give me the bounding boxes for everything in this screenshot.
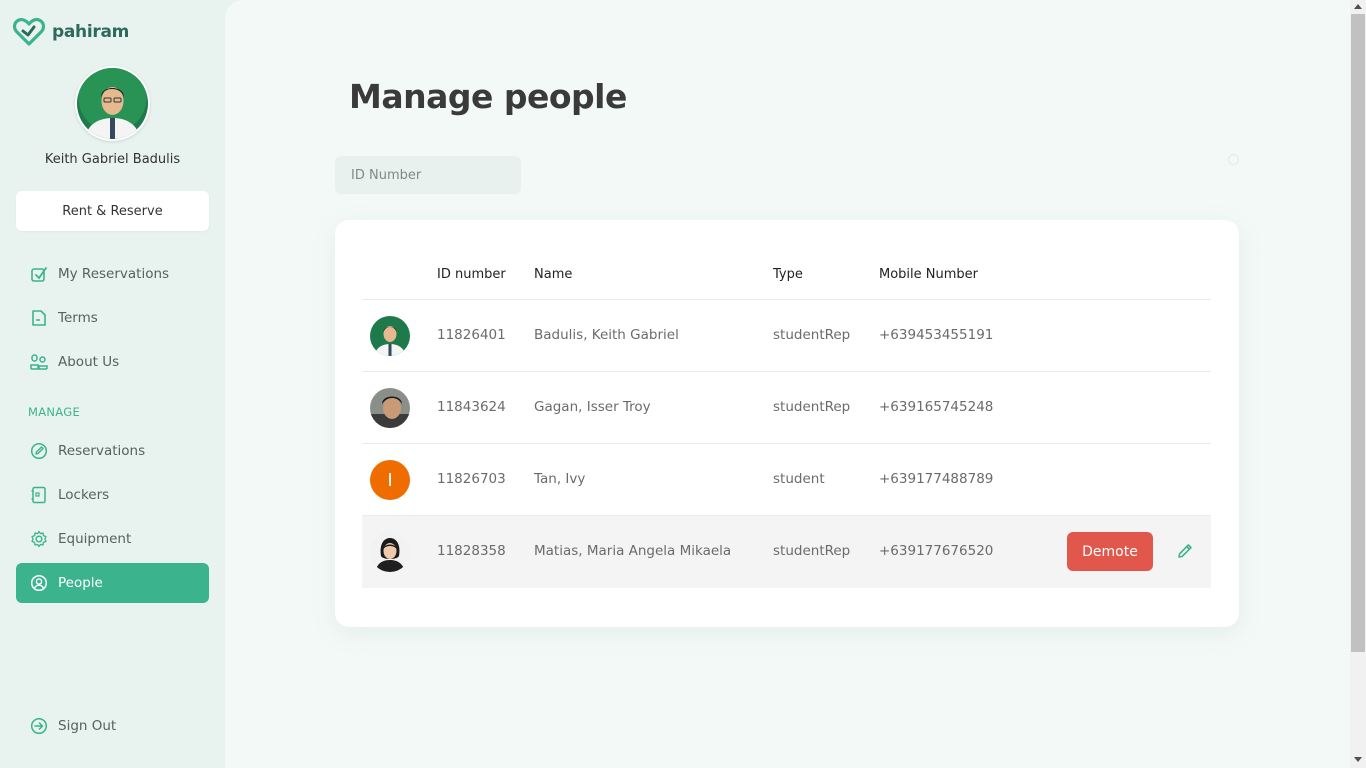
- sign-out-button[interactable]: Sign Out: [16, 706, 209, 746]
- cell-name: Badulis, Keith Gabriel: [534, 327, 679, 343]
- table-header: ID number Name Type Mobile Number: [362, 260, 1211, 300]
- column-header-mobile: Mobile Number: [879, 267, 978, 282]
- main-content: Manage people ID number Name Type Mobile…: [225, 0, 1350, 768]
- id-number-search-input[interactable]: [335, 156, 521, 194]
- heart-logo-icon: [13, 17, 45, 46]
- nav-item-my-reservations[interactable]: My Reservations: [16, 254, 209, 294]
- table-row[interactable]: 11828358 Matias, Maria Angela Mikaela st…: [362, 516, 1211, 588]
- nav-label: Reservations: [58, 443, 146, 459]
- vertical-scrollbar[interactable]: [1350, 0, 1366, 768]
- cell-mobile: +639165745248: [879, 399, 994, 415]
- cell-mobile: +639453455191: [879, 327, 994, 343]
- rent-reserve-button[interactable]: Rent & Reserve: [16, 191, 209, 231]
- cell-type: student: [773, 471, 825, 487]
- sidebar: pahiram Keith Gabriel Badulis Rent & Res…: [0, 0, 225, 768]
- pen-circle-icon: [30, 442, 48, 460]
- document-icon: [30, 309, 48, 327]
- profile-name: Keith Gabriel Badulis: [44, 152, 181, 167]
- user-circle-icon: [30, 574, 48, 592]
- page-title: Manage people: [349, 77, 627, 116]
- nav-label: Terms: [58, 310, 98, 326]
- cell-mobile: +639177488789: [879, 471, 994, 487]
- table-row[interactable]: 11826401 Badulis, Keith Gabriel studentR…: [362, 300, 1211, 372]
- scrollbar-thumb[interactable]: [1351, 14, 1365, 652]
- table-row[interactable]: I 11826703 Tan, Ivy student +63917748878…: [362, 444, 1211, 516]
- cell-name: Gagan, Isser Troy: [534, 399, 651, 415]
- cell-type: studentRep: [773, 399, 851, 415]
- nav-label: Equipment: [58, 531, 132, 547]
- nav-item-lockers[interactable]: Lockers: [16, 475, 209, 515]
- cell-id: 11826401: [437, 327, 506, 343]
- cell-mobile: +639177676520: [879, 543, 994, 559]
- people-table-card: ID number Name Type Mobile Number 118264…: [335, 220, 1239, 627]
- nav-label: People: [58, 575, 103, 591]
- app-logo[interactable]: pahiram: [13, 17, 129, 47]
- column-header-type: Type: [773, 267, 803, 282]
- cell-type: studentRep: [773, 327, 851, 343]
- column-header-name: Name: [534, 267, 573, 282]
- check-badge-icon: [30, 265, 48, 283]
- manage-section-label: MANAGE: [28, 405, 81, 419]
- profile-photo: [77, 68, 148, 139]
- cell-id: 11826703: [437, 471, 506, 487]
- scroll-up-arrow-icon[interactable]: [1354, 4, 1362, 9]
- nav-label: My Reservations: [58, 266, 170, 282]
- cell-name: Matias, Maria Angela Mikaela: [534, 543, 732, 559]
- avatar: [370, 532, 410, 572]
- people-icon: [30, 353, 48, 371]
- pencil-icon[interactable]: [1176, 542, 1194, 560]
- nav-item-about-us[interactable]: About Us: [16, 342, 209, 382]
- nav-label: Lockers: [58, 487, 110, 503]
- cell-name: Tan, Ivy: [534, 471, 586, 487]
- avatar: [370, 388, 410, 428]
- nav-label: Sign Out: [58, 718, 117, 734]
- nav-item-terms[interactable]: Terms: [16, 298, 209, 338]
- profile-avatar[interactable]: [75, 66, 150, 141]
- nav-item-equipment[interactable]: Equipment: [16, 519, 209, 559]
- nav-item-people[interactable]: People: [16, 563, 209, 603]
- loading-indicator: [1228, 154, 1239, 165]
- cell-type: studentRep: [773, 543, 851, 559]
- gear-icon: [30, 530, 48, 548]
- avatar: I: [370, 460, 410, 500]
- demote-button[interactable]: Demote: [1067, 532, 1153, 571]
- column-header-id: ID number: [437, 267, 506, 282]
- scroll-down-arrow-icon[interactable]: [1354, 757, 1362, 762]
- nav-item-reservations[interactable]: Reservations: [16, 431, 209, 471]
- avatar: [370, 316, 410, 356]
- nav-label: About Us: [58, 354, 120, 370]
- cell-id: 11843624: [437, 399, 506, 415]
- cell-id: 11828358: [437, 543, 506, 559]
- locker-icon: [30, 486, 48, 504]
- app-name: pahiram: [52, 22, 130, 42]
- sign-out-icon: [30, 717, 48, 735]
- table-row[interactable]: 11843624 Gagan, Isser Troy studentRep +6…: [362, 372, 1211, 444]
